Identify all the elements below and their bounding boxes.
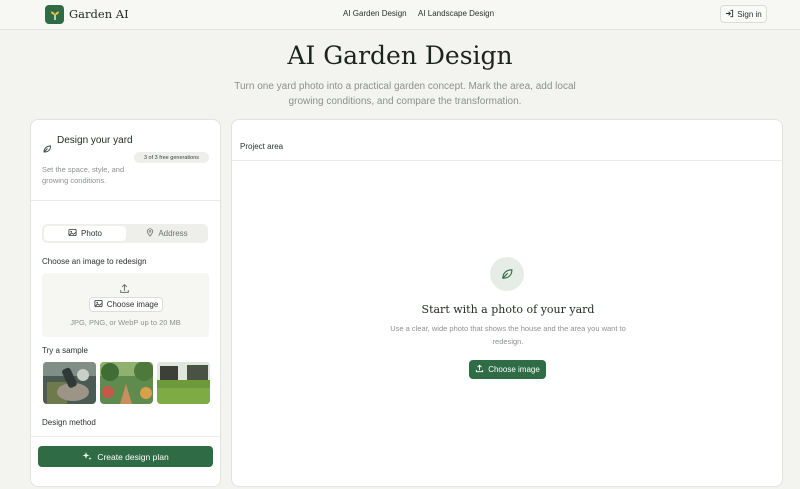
leaf-icon xyxy=(42,141,52,159)
free-generations-badge: 3 of 3 free generations xyxy=(134,152,209,163)
panel-footer: Create design plan xyxy=(31,436,220,486)
source-toggle: Photo Address xyxy=(42,224,208,243)
image-icon xyxy=(68,228,77,239)
image-dropzone[interactable]: Choose image JPG, PNG, or WebP up to 20 … xyxy=(42,273,209,337)
sample-image-2[interactable] xyxy=(100,362,153,404)
empty-state-title: Start with a photo of your yard xyxy=(421,303,595,316)
choose-image-button-primary[interactable]: Choose image xyxy=(469,360,546,379)
sample-image-3[interactable] xyxy=(157,362,210,404)
sample-image-1[interactable] xyxy=(43,362,96,404)
sprout-logo-icon[interactable] xyxy=(45,5,64,24)
nav-link-ai-garden-design[interactable]: AI Garden Design xyxy=(343,9,407,18)
nav-link-ai-landscape-design[interactable]: AI Landscape Design xyxy=(418,9,494,18)
design-panel: Design your yard 3 of 3 free generations… xyxy=(30,119,221,487)
divider xyxy=(232,160,782,161)
file-format-hint: JPG, PNG, or WebP up to 20 MB xyxy=(70,318,181,327)
choose-image-label: Choose image xyxy=(106,300,159,309)
map-pin-icon xyxy=(146,228,154,239)
upload-icon xyxy=(475,364,484,375)
top-bar: Garden AI AI Garden Design AI Landscape … xyxy=(0,0,800,30)
samples-label: Try a sample xyxy=(42,346,88,355)
tab-address[interactable]: Address xyxy=(128,226,206,241)
choose-image-button[interactable]: Choose image xyxy=(89,297,163,312)
create-design-plan-label: Create design plan xyxy=(97,451,169,462)
empty-state-description: Use a clear, wide photo that shows the h… xyxy=(390,324,626,346)
design-method-label: Design method xyxy=(42,418,96,427)
sign-in-icon xyxy=(725,9,734,20)
image-icon xyxy=(94,299,103,310)
design-panel-title: Design your yard xyxy=(57,135,133,146)
project-area-panel: Project area Start with a photo of your … xyxy=(231,119,783,487)
sign-in-label: Sign in xyxy=(737,9,762,19)
sparkles-icon xyxy=(82,451,92,463)
choose-image-label: Choose an image to redesign xyxy=(42,257,147,266)
brand-name[interactable]: Garden AI xyxy=(69,7,129,21)
tab-photo[interactable]: Photo xyxy=(44,226,126,241)
leaf-icon xyxy=(490,257,524,291)
page-title: AI Garden Design xyxy=(287,41,513,70)
design-panel-description: Set the space, style, and growing condit… xyxy=(42,165,125,185)
create-design-plan-button[interactable]: Create design plan xyxy=(38,446,213,467)
divider xyxy=(31,200,220,201)
tab-address-label: Address xyxy=(158,229,188,238)
project-area-label: Project area xyxy=(240,142,284,151)
tab-photo-label: Photo xyxy=(81,229,102,238)
choose-image-primary-label: Choose image xyxy=(488,365,540,374)
page-subtitle: Turn one yard photo into a practical gar… xyxy=(234,81,576,107)
sign-in-button[interactable]: Sign in xyxy=(720,5,767,23)
